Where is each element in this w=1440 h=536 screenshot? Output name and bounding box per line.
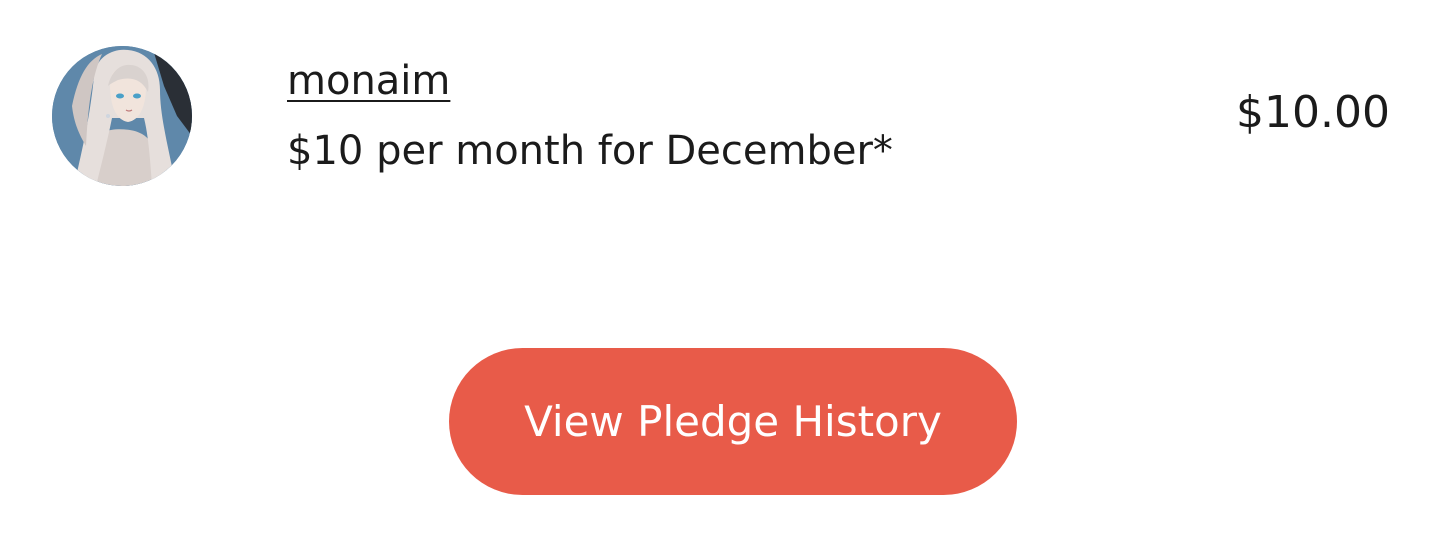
creator-name-link[interactable]: monaim (287, 56, 450, 106)
view-pledge-history-button[interactable]: View Pledge History (449, 348, 1017, 495)
creator-avatar[interactable] (52, 46, 192, 186)
avatar-image-icon (52, 46, 192, 186)
pledge-amount: $10.00 (1236, 87, 1390, 138)
creator-info: monaim $10 per month for December* (287, 56, 893, 176)
pledge-row: monaim $10 per month for December* $10.0… (0, 0, 1440, 230)
pledge-description: $10 per month for December* (287, 128, 893, 174)
